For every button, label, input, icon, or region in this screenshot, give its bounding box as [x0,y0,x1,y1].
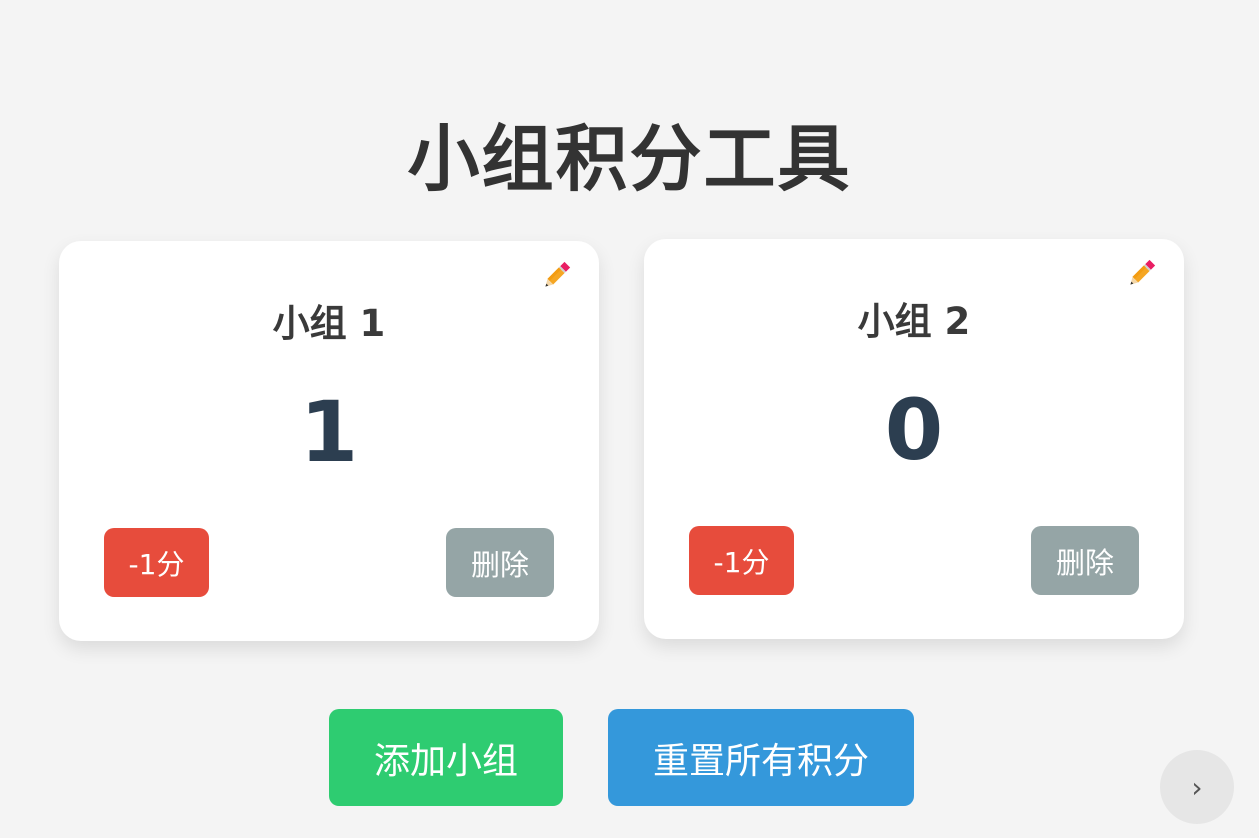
group-card: 小组 1 1 -1分 删除 [59,241,599,641]
minus-one-button[interactable]: -1分 [689,526,794,595]
pencil-icon[interactable] [539,259,573,293]
reset-scores-button[interactable]: 重置所有积分 [608,709,914,806]
chevron-glyph: › [1191,770,1203,804]
group-name: 小组 2 [857,300,971,343]
group-card: 小组 2 0 -1分 删除 [644,239,1184,639]
pencil-icon[interactable] [1124,257,1158,291]
group-name: 小组 1 [272,302,386,345]
group-score: 0 [884,381,944,479]
delete-group-button[interactable]: 删除 [446,528,554,597]
add-group-button[interactable]: 添加小组 [329,709,563,806]
minus-one-button[interactable]: -1分 [104,528,209,597]
group-score: 1 [299,383,359,481]
page-title: 小组积分工具 [407,117,852,201]
chevron-right-icon[interactable]: › [1160,750,1234,824]
delete-group-button[interactable]: 删除 [1031,526,1139,595]
app-root: 小组积分工具 小组 1 1 -1分 删除 小组 2 0 -1分 删除 添加小组 … [0,0,1259,838]
